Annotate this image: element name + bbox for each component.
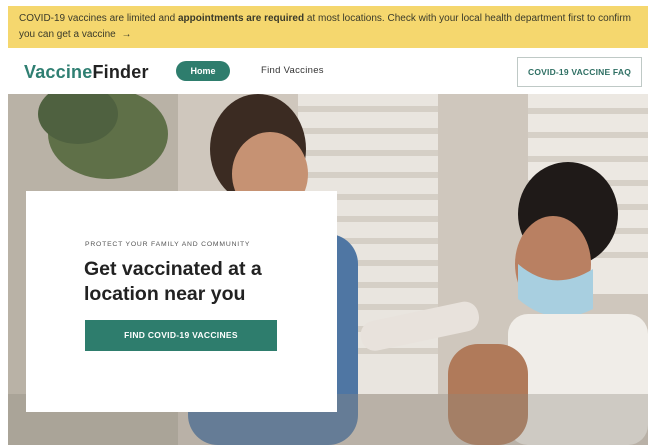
hero-title: Get vaccinated at a location near you <box>84 258 262 305</box>
site-header: VaccineFinder Home Find Vaccines COVID-1… <box>8 49 648 94</box>
faq-button[interactable]: COVID-19 VACCINE FAQ <box>517 57 642 87</box>
banner-text: COVID-19 vaccines are limited and <box>19 13 178 24</box>
logo-part-vaccine: Vaccine <box>24 62 93 82</box>
alert-banner: COVID-19 vaccines are limited and appoin… <box>8 6 648 48</box>
nav-find-vaccines-link[interactable]: Find Vaccines <box>261 65 324 76</box>
hero-eyebrow: PROTECT YOUR FAMILY AND COMMUNITY <box>85 241 251 248</box>
hero-card: PROTECT YOUR FAMILY AND COMMUNITY Get va… <box>26 191 337 412</box>
logo-part-finder: Finder <box>92 62 149 82</box>
arrow-right-icon[interactable]: → <box>122 29 132 40</box>
banner-emphasis: appointments are required <box>177 13 305 24</box>
find-vaccines-button[interactable]: FIND COVID-19 VACCINES <box>85 320 277 351</box>
logo[interactable]: VaccineFinder <box>24 62 149 83</box>
nav-home-button[interactable]: Home <box>176 61 230 81</box>
